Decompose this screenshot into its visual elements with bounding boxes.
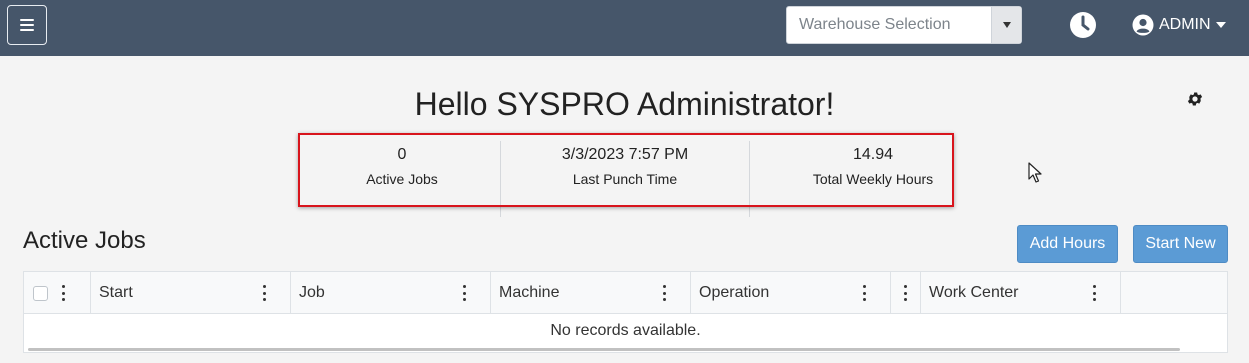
start-new-button[interactable]: Start New	[1133, 225, 1228, 263]
grid-header: Start Job Machine Operation Work Center	[24, 272, 1227, 314]
hamburger-icon	[20, 19, 34, 31]
column-menu-icon[interactable]	[462, 285, 466, 301]
active-jobs-title: Active Jobs	[23, 227, 146, 254]
column-menu-icon[interactable]	[862, 285, 866, 301]
column-header-start[interactable]: Start	[91, 272, 291, 314]
column-title: Operation	[699, 284, 770, 301]
add-hours-button[interactable]: Add Hours	[1017, 225, 1118, 263]
stat-active-jobs: 0 Active Jobs	[304, 141, 500, 217]
column-menu-icon[interactable]	[662, 285, 666, 301]
page-greeting: Hello SYSPRO Administrator!	[414, 86, 835, 122]
no-records-message: No records available.	[550, 322, 701, 339]
user-name-label: ADMIN	[1159, 16, 1211, 33]
column-header-machine[interactable]: Machine	[491, 272, 691, 314]
select-all-checkbox[interactable]	[33, 285, 48, 301]
stat-label: Last Punch Time	[572, 171, 678, 187]
horizontal-scrollbar[interactable]	[28, 348, 1180, 351]
select-all-cell	[24, 272, 91, 314]
stat-last-punch-time: 3/3/2023 7:57 PM Last Punch Time	[501, 141, 749, 217]
top-navbar: Warehouse Selection ADMIN	[0, 0, 1249, 56]
column-header-work-center[interactable]: Work Center	[921, 272, 1121, 314]
warehouse-select[interactable]: Warehouse Selection	[786, 6, 1022, 44]
column-header-blank[interactable]	[891, 272, 921, 314]
column-header-job[interactable]: Job	[291, 272, 491, 314]
stat-value: 3/3/2023 7:57 PM	[561, 146, 689, 163]
stat-value: 0	[397, 146, 407, 163]
stat-label: Active Jobs	[366, 171, 438, 187]
caret-down-icon	[1215, 22, 1226, 28]
stats-summary: 0 Active Jobs 3/3/2023 7:57 PM Last Punc…	[304, 137, 948, 217]
column-menu-icon[interactable]	[1092, 285, 1096, 301]
clock-icon[interactable]	[1069, 11, 1097, 39]
column-title: Work Center	[929, 284, 1019, 301]
active-jobs-grid: Start Job Machine Operation Work Center …	[23, 271, 1228, 353]
warehouse-select-placeholder: Warehouse Selection	[799, 16, 951, 33]
column-header-operation[interactable]: Operation	[691, 272, 891, 314]
user-menu[interactable]: ADMIN	[1132, 12, 1226, 38]
stat-total-weekly-hours: 14.94 Total Weekly Hours	[750, 141, 996, 217]
stat-value: 14.94	[852, 146, 894, 163]
stat-label: Total Weekly Hours	[812, 171, 934, 187]
column-title: Machine	[499, 284, 560, 301]
user-avatar-icon	[1132, 14, 1154, 36]
column-menu-icon[interactable]	[904, 285, 908, 301]
column-menu-icon[interactable]	[262, 285, 266, 301]
column-menu-icon[interactable]	[61, 285, 65, 301]
column-title: Job	[299, 284, 325, 301]
menu-toggle-button[interactable]	[7, 5, 47, 45]
column-title: Start	[99, 284, 133, 301]
mouse-cursor-icon	[1028, 162, 1042, 183]
dropdown-arrow-icon[interactable]	[991, 7, 1021, 43]
